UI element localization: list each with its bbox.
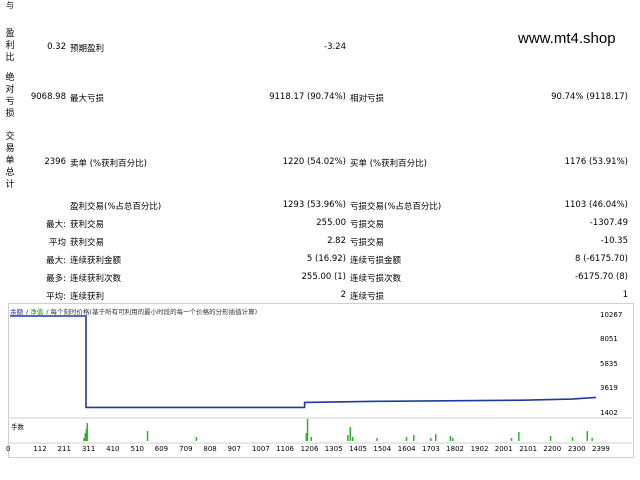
volume-bar xyxy=(349,427,351,441)
x-tick-label: 1504 xyxy=(373,445,392,453)
x-tick-label: 1902 xyxy=(470,445,489,453)
volume-bar xyxy=(586,431,588,441)
x-tick-label: 907 xyxy=(227,445,241,453)
x-tick-label: 510 xyxy=(130,445,144,453)
y-tick-label: 1402 xyxy=(600,409,618,417)
x-tick-label: 1802 xyxy=(446,445,464,453)
x-tick-label: 311 xyxy=(81,445,96,453)
volume-bar xyxy=(449,436,452,441)
volume-bar xyxy=(310,437,312,441)
x-tick-label: 1703 xyxy=(421,445,440,453)
x-tick-label: 0 xyxy=(6,445,11,453)
volume-bar xyxy=(413,435,415,441)
volume-bar xyxy=(347,435,349,441)
y-tick-label: 10267 xyxy=(600,311,623,319)
y-tick-label: 3619 xyxy=(600,384,618,393)
volume-bar xyxy=(571,437,574,441)
y-tick-label: 5835 xyxy=(600,359,618,368)
volume-bar xyxy=(405,437,408,441)
x-tick-label: 2300 xyxy=(567,445,586,453)
x-tick-label: 709 xyxy=(179,445,193,453)
y-tick-label: 8051 xyxy=(600,335,618,344)
volume-bar xyxy=(86,423,88,441)
volume-bar xyxy=(430,438,432,441)
x-tick-label: 2101 xyxy=(519,445,538,453)
x-tick-label: 808 xyxy=(203,445,217,453)
x-tick-label: 1206 xyxy=(300,445,319,453)
x-tick-label: 1405 xyxy=(349,445,368,453)
x-tick-label: 211 xyxy=(57,445,71,453)
volume-bar xyxy=(195,437,198,441)
volume-bar xyxy=(435,434,437,441)
x-tick-label: 1604 xyxy=(397,445,416,453)
volume-bar xyxy=(510,438,513,441)
volume-bar xyxy=(591,438,593,441)
x-tick-label: 2001 xyxy=(494,445,513,453)
x-tick-label: 2399 xyxy=(592,445,610,453)
volume-bar xyxy=(352,437,354,441)
x-tick-label: 1007 xyxy=(251,445,270,453)
volume-bar xyxy=(452,438,454,441)
x-tick-label: 609 xyxy=(154,445,169,453)
volume-bar xyxy=(376,438,378,441)
x-tick-label: 112 xyxy=(33,445,47,453)
x-tick-label: 1106 xyxy=(276,445,294,453)
balance-chart-svg xyxy=(8,315,632,444)
balance-line-series-0 xyxy=(10,315,597,409)
volume-bar xyxy=(549,436,552,441)
x-tick-label: 1305 xyxy=(324,445,343,453)
volume-label: 手数 xyxy=(11,423,24,431)
x-tick-label: 410 xyxy=(106,445,120,453)
volume-bar xyxy=(518,432,520,441)
volume-bar xyxy=(306,419,309,441)
x-tick-label: 2200 xyxy=(543,445,562,453)
volume-bar xyxy=(146,431,149,441)
